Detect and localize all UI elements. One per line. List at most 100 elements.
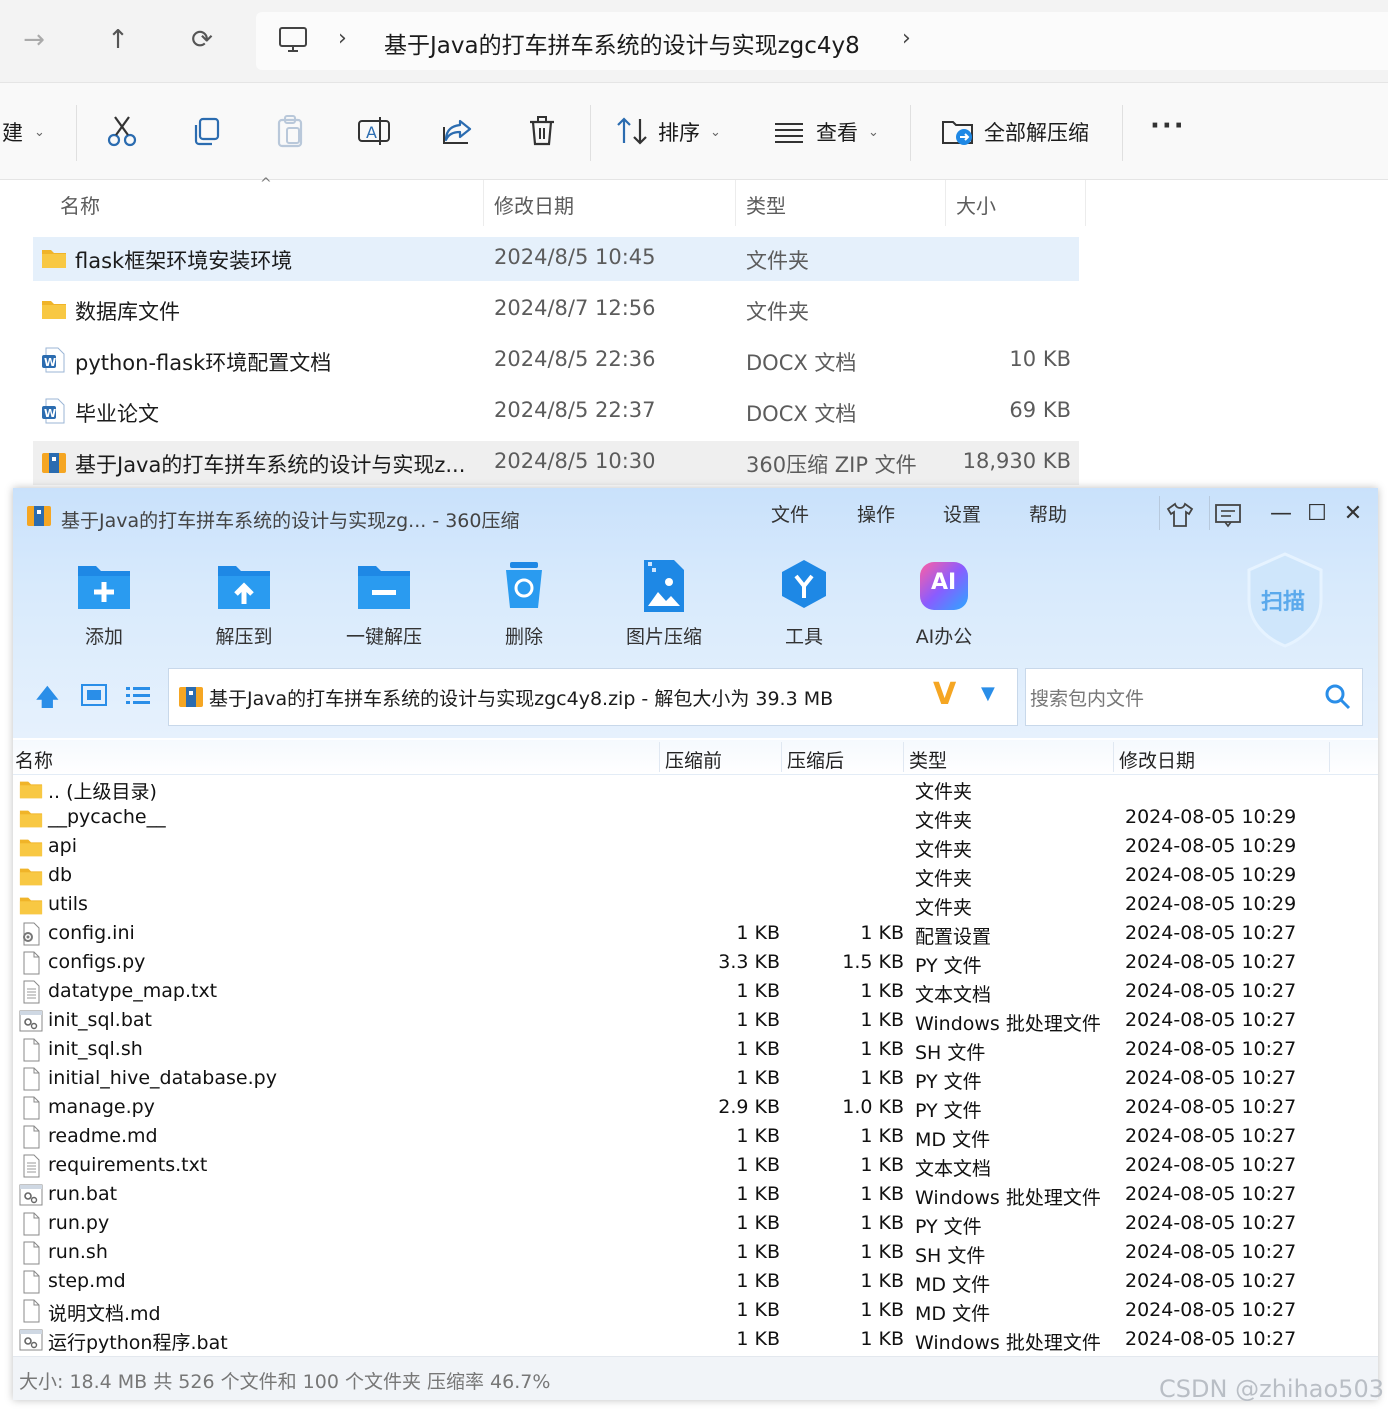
- archive-row[interactable]: manage.py 2.9 KB 1.0 KB PY 文件 2024-08-05 10:…: [13, 1094, 1378, 1123]
- archive-row[interactable]: run.bat 1 KB 1 KB Windows 批处理文件 2024-08-05 1…: [13, 1181, 1378, 1210]
- thumbnail-view-icon[interactable]: [81, 684, 107, 706]
- archive-row[interactable]: run.py 1 KB 1 KB PY 文件 2024-08-05 10:27: [13, 1210, 1378, 1239]
- more-options-icon[interactable]: ···: [1150, 111, 1186, 141]
- archive-row[interactable]: __pycache__ 文件夹 2024-08-05 10:29: [13, 804, 1378, 833]
- chevron-down-icon: ⌄: [34, 125, 45, 140]
- copy-icon[interactable]: [188, 113, 224, 149]
- archive-row[interactable]: configs.py 3.3 KB 1.5 KB PY 文件 2024-08-05 10…: [13, 949, 1378, 978]
- column-divider[interactable]: [945, 180, 946, 226]
- new-button[interactable]: 建: [2, 117, 23, 147]
- list-view-icon[interactable]: [125, 684, 151, 706]
- menu-file[interactable]: 文件: [771, 500, 809, 527]
- file-row[interactable]: 数据库文件 2024/8/7 12:56 文件夹: [33, 288, 1079, 332]
- column-divider[interactable]: [1113, 742, 1114, 772]
- view-icon[interactable]: [772, 113, 808, 149]
- share-icon[interactable]: [440, 113, 476, 149]
- file-row[interactable]: W 毕业论文 2024/8/5 22:37 DOCX 文档 69 KB: [33, 390, 1079, 434]
- archive-row[interactable]: api 文件夹 2024-08-05 10:29: [13, 833, 1378, 862]
- menu-operation[interactable]: 操作: [857, 500, 895, 527]
- column-divider[interactable]: [781, 742, 782, 772]
- archive-row[interactable]: datatype_map.txt 1 KB 1 KB 文本文档 2024-08-05 1…: [13, 978, 1378, 1007]
- tool-add-button[interactable]: 添加: [49, 558, 159, 658]
- archive-row[interactable]: db 文件夹 2024-08-05 10:29: [13, 862, 1378, 891]
- archive-row[interactable]: config.ini 1 KB 1 KB 配置设置 2024-08-05 10:27: [13, 920, 1378, 949]
- up-level-icon[interactable]: 🡅: [35, 680, 60, 721]
- column-divider[interactable]: [483, 180, 484, 226]
- column-header-size[interactable]: 大小: [956, 190, 996, 219]
- archive-search-input[interactable]: 搜索包内文件: [1025, 668, 1363, 726]
- breadcrumb-current-folder[interactable]: 基于Java的打车拼车系统的设计与实现zgc4y8: [384, 26, 860, 60]
- file-type: DOCX 文档: [746, 402, 857, 426]
- archive-file-name: step.md: [48, 1270, 126, 1292]
- menu-settings[interactable]: 设置: [943, 500, 981, 527]
- path-dropdown-icon[interactable]: ▼: [981, 683, 995, 704]
- column-divider[interactable]: [1329, 742, 1330, 772]
- tool-ai-office-button[interactable]: AI AI办公: [889, 558, 999, 658]
- column-header-type[interactable]: 类型: [746, 190, 786, 219]
- delete-icon[interactable]: [524, 113, 560, 149]
- breadcrumb[interactable]: › 基于Java的打车拼车系统的设计与实现zgc4y8 ›: [256, 12, 1388, 70]
- folder-icon: [19, 835, 43, 859]
- breadcrumb-expand-icon[interactable]: ›: [902, 26, 911, 51]
- column-divider[interactable]: [659, 742, 660, 772]
- tool-tools-button[interactable]: 工具: [749, 558, 859, 658]
- v-logo-icon[interactable]: V: [933, 677, 956, 712]
- file-row[interactable]: flask框架环境安装环境 2024/8/5 10:45 文件夹: [33, 237, 1079, 281]
- scan-button[interactable]: 扫描: [1243, 550, 1327, 650]
- tool-one-click-extract-button[interactable]: 一键解压: [329, 558, 439, 658]
- archive-row[interactable]: init_sql.sh 1 KB 1 KB SH 文件 2024-08-05 10:27: [13, 1036, 1378, 1065]
- column-header-type[interactable]: 类型: [909, 746, 947, 773]
- archive-row[interactable]: .. (上级目录) 文件夹: [13, 775, 1378, 804]
- column-divider[interactable]: [903, 742, 904, 772]
- column-divider[interactable]: [1085, 180, 1086, 226]
- sort-button[interactable]: 排序: [658, 117, 700, 147]
- archive-file-type: PY 文件: [915, 1071, 982, 1093]
- tool-extract-to-button[interactable]: 解压到: [189, 558, 299, 658]
- archive-size-after: 1 KB: [860, 1125, 904, 1147]
- archive-row[interactable]: init_sql.bat 1 KB 1 KB Windows 批处理文件 2024-08…: [13, 1007, 1378, 1036]
- column-header-name[interactable]: 名称: [15, 746, 53, 773]
- tool-delete-button[interactable]: 删除: [469, 558, 579, 658]
- archive-row[interactable]: requirements.txt 1 KB 1 KB 文本文档 2024-08-05 1…: [13, 1152, 1378, 1181]
- file-row[interactable]: Wpython-flask环境配置文档 2024/8/5 22:36 DOCX 文档…: [33, 339, 1079, 383]
- feedback-icon[interactable]: [1213, 500, 1243, 530]
- paste-icon[interactable]: [272, 113, 308, 149]
- minimize-icon[interactable]: —: [1263, 496, 1299, 530]
- rename-icon[interactable]: A: [356, 113, 392, 149]
- column-header-after[interactable]: 压缩后: [787, 746, 844, 773]
- column-header-modified[interactable]: 修改日期: [494, 190, 574, 219]
- view-button[interactable]: 查看: [816, 117, 858, 147]
- archive-file-modified: 2024-08-05 10:27: [1125, 1009, 1297, 1031]
- skin-shirt-icon[interactable]: [1165, 500, 1195, 530]
- archive-file-type: 文件夹: [915, 839, 973, 861]
- archive-row[interactable]: step.md 1 KB 1 KB MD 文件 2024-08-05 10:27: [13, 1268, 1378, 1297]
- column-header-modified[interactable]: 修改日期: [1119, 746, 1195, 773]
- file-name: 毕业论文: [75, 402, 159, 426]
- column-divider[interactable]: [735, 180, 736, 226]
- archive-row[interactable]: readme.md 1 KB 1 KB MD 文件 2024-08-05 10:27: [13, 1123, 1378, 1152]
- refresh-icon[interactable]: ⟳: [182, 20, 222, 60]
- archive-row[interactable]: initial_hive_database.py 1 KB 1 KB PY 文件 202…: [13, 1065, 1378, 1094]
- archive-row[interactable]: utils 文件夹 2024-08-05 10:29: [13, 891, 1378, 920]
- up-arrow-icon[interactable]: ↑: [98, 20, 138, 60]
- file-row[interactable]: 基于Java的打车拼车系统的设计与实现z... 2024/8/5 10:30 360…: [33, 441, 1079, 485]
- archive-row[interactable]: 说明文档.md 1 KB 1 KB MD 文件 2024-08-05 10:27: [13, 1297, 1378, 1326]
- archive-size-after: 1 KB: [860, 922, 904, 944]
- column-header-before[interactable]: 压缩前: [665, 746, 722, 773]
- extract-all-button[interactable]: 全部解压缩: [984, 117, 1089, 147]
- cut-icon[interactable]: [104, 113, 140, 149]
- search-icon[interactable]: [1324, 683, 1352, 711]
- toolbar-divider: [590, 105, 591, 161]
- archive-file-name: manage.py: [48, 1096, 155, 1118]
- forward-arrow-icon[interactable]: →: [14, 20, 54, 60]
- extract-all-icon[interactable]: [940, 113, 976, 149]
- sort-icon[interactable]: [614, 113, 650, 149]
- maximize-icon[interactable]: ☐: [1299, 496, 1335, 530]
- archive-path-field[interactable]: 基于Java的打车拼车系统的设计与实现zgc4y8.zip - 解包大小为 39…: [168, 668, 1018, 726]
- archive-row[interactable]: 运行python程序.bat 1 KB 1 KB Windows 批处理文件 2024-…: [13, 1326, 1378, 1355]
- menu-help[interactable]: 帮助: [1029, 500, 1067, 527]
- column-header-name[interactable]: 名称: [60, 190, 100, 219]
- close-icon[interactable]: ✕: [1335, 496, 1371, 530]
- archive-row[interactable]: run.sh 1 KB 1 KB SH 文件 2024-08-05 10:27: [13, 1239, 1378, 1268]
- tool-image-compress-button[interactable]: 图片压缩: [609, 558, 719, 658]
